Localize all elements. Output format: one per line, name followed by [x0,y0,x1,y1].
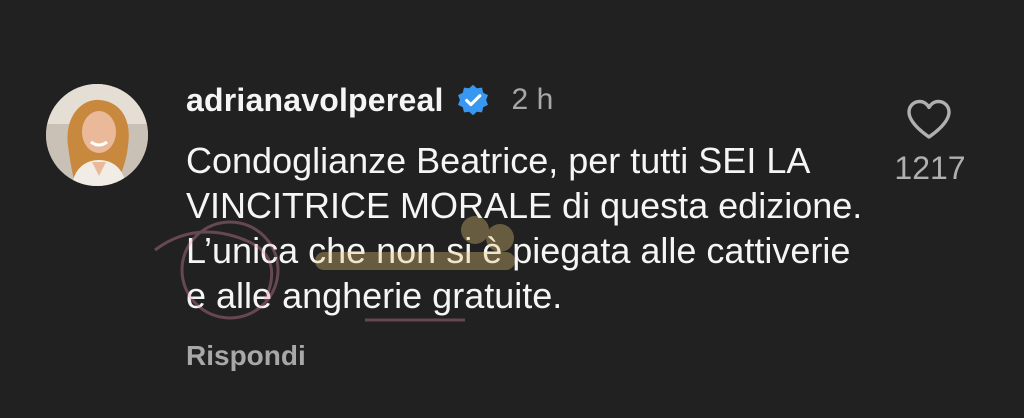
avatar[interactable] [46,84,148,186]
like-count: 1217 [894,150,966,186]
reply-button[interactable]: Rispondi [186,340,306,372]
timestamp: 2 h [511,83,554,116]
heart-outline-icon[interactable] [905,98,953,140]
avatar-image [46,84,148,186]
comment-header: adrianavolpereal 2 h [186,80,553,120]
verified-badge-icon [456,83,490,117]
comment-text: Condoglianze Beatrice, per tutti SEI LA … [186,140,863,316]
username-link[interactable]: adrianavolpereal [186,82,444,119]
comment-item: adrianavolpereal 2 h Condoglianze Beatri… [0,0,1024,418]
